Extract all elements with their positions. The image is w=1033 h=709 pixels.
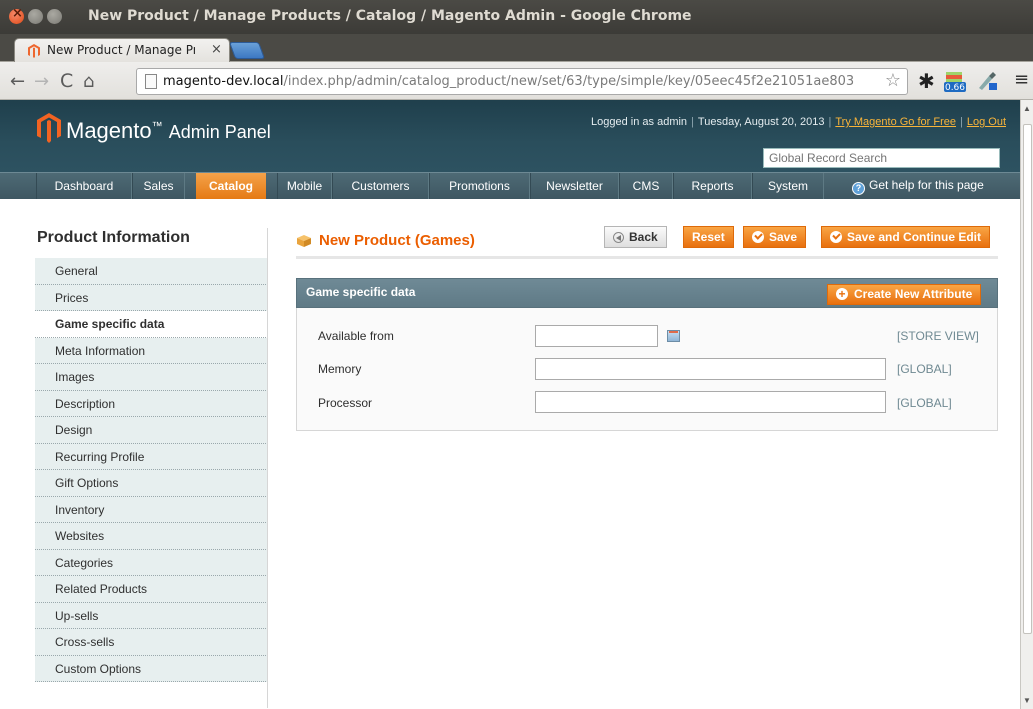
sidebar-item-websites[interactable]: Websites [35, 523, 268, 550]
url-text: magento-dev.local/index.php/admin/catalo… [163, 74, 855, 89]
calendar-icon[interactable] [667, 330, 680, 342]
bookmark-star-icon[interactable]: ☆ [885, 70, 901, 91]
sidebar-item-description[interactable]: Description [35, 390, 268, 417]
processor-input[interactable] [535, 391, 886, 413]
admin-header: Magento™ Admin Panel Logged in as admin |… [0, 100, 1020, 172]
sidebar-item-categories[interactable]: Categories [35, 549, 268, 576]
sidebar-title: Product Information [37, 229, 190, 246]
product-box-icon [297, 235, 311, 247]
sidebar-item-recurring-profile[interactable]: Recurring Profile [35, 443, 268, 470]
browser-toolbar: ← → C ⌂ magento-dev.local/index.php/admi… [0, 62, 1033, 100]
nav-dashboard[interactable]: Dashboard [36, 173, 132, 199]
nav-sales[interactable]: Sales [132, 173, 185, 199]
extension-eyedropper-icon[interactable] [976, 69, 998, 91]
memory-scope: [GLOBAL] [897, 362, 952, 376]
sidebar-item-images[interactable]: Images [35, 364, 268, 391]
available-from-input[interactable] [535, 325, 658, 347]
window-titlebar: New Product / Manage Products / Catalog … [0, 0, 1033, 34]
tab-close-icon[interactable]: × [211, 42, 222, 57]
save-check-icon [752, 231, 764, 243]
header-user-info: Logged in as admin | Tuesday, August 20, 2… [591, 116, 1006, 128]
chrome-menu-icon[interactable]: ≡ [1014, 69, 1029, 90]
nav-cms[interactable]: CMS [619, 173, 673, 199]
main-navigation: Dashboard Sales Catalog Mobile Customers… [0, 172, 1020, 199]
product-info-tabs: General Prices Game specific data Meta I… [35, 258, 268, 682]
title-divider [296, 256, 998, 259]
nav-mobile[interactable]: Mobile [277, 173, 332, 199]
page-title: New Product (Games) [319, 232, 475, 249]
available-from-scope: [STORE VIEW] [897, 329, 979, 343]
nav-system[interactable]: System [752, 173, 824, 199]
logo-text: Magento™ Admin Panel [66, 118, 271, 143]
date-text: Tuesday, August 20, 2013 [697, 116, 825, 128]
sidebar-item-related-products[interactable]: Related Products [35, 576, 268, 603]
help-label: Get help for this page [869, 178, 984, 192]
save-continue-check-icon [830, 231, 842, 243]
back-arrow-icon [613, 232, 624, 243]
back-button[interactable]: Back [604, 226, 667, 248]
scrollbar-thumb[interactable] [1023, 124, 1032, 634]
forward-arrow-icon[interactable]: → [34, 71, 49, 92]
help-link[interactable]: ? Get help for this page [852, 178, 984, 195]
section-title: Game specific data [306, 285, 416, 299]
sidebar-item-prices[interactable]: Prices [35, 284, 268, 311]
extension-chart-icon[interactable]: 0.66 [944, 69, 966, 93]
sidebar-item-custom-options[interactable]: Custom Options [35, 655, 268, 682]
tab-label: New Product / Manage Pr [47, 43, 195, 57]
window-close-icon[interactable] [9, 6, 24, 24]
available-from-label: Available from [318, 329, 394, 343]
extension-badge: 0.66 [945, 83, 965, 93]
page-icon [145, 74, 157, 89]
magento-logo-icon [37, 113, 61, 143]
browser-tab[interactable]: New Product / Manage Pr × [14, 38, 230, 62]
sidebar-item-game-specific-data[interactable]: Game specific data [35, 311, 268, 338]
scroll-down-arrow-icon[interactable]: ▼ [1023, 696, 1031, 705]
settings-gear-icon[interactable]: ✱ [918, 69, 935, 93]
sidebar-item-design[interactable]: Design [35, 417, 268, 444]
memory-input[interactable] [535, 358, 886, 380]
logged-in-text: Logged in as admin [591, 116, 688, 128]
new-tab-button[interactable] [228, 42, 266, 59]
save-button[interactable]: Save [743, 226, 807, 248]
plus-icon: + [836, 288, 848, 300]
home-icon[interactable]: ⌂ [83, 71, 94, 92]
window-maximize-icon[interactable] [47, 9, 62, 24]
nav-customers[interactable]: Customers [332, 173, 429, 199]
help-question-icon: ? [852, 182, 865, 195]
sidebar-item-meta-information[interactable]: Meta Information [35, 337, 268, 364]
reload-icon[interactable]: C [60, 70, 73, 92]
nav-promotions[interactable]: Promotions [429, 173, 530, 199]
window-minimize-icon[interactable] [28, 9, 43, 24]
page-scrollbar[interactable]: ▲ ▼ [1020, 100, 1033, 709]
nav-newsletter[interactable]: Newsletter [530, 173, 619, 199]
global-search-input[interactable] [763, 148, 1000, 168]
sidebar-item-general[interactable]: General [35, 258, 268, 285]
browser-tabstrip: New Product / Manage Pr × [0, 34, 1033, 62]
logout-link[interactable]: Log Out [967, 116, 1006, 128]
try-magento-go-link[interactable]: Try Magento Go for Free [835, 116, 956, 128]
window-title: New Product / Manage Products / Catalog … [88, 8, 692, 24]
back-arrow-icon[interactable]: ← [10, 71, 25, 92]
sidebar-item-up-sells[interactable]: Up-sells [35, 602, 268, 629]
game-specific-fieldset: Available from [STORE VIEW] Memory [GLOB… [296, 308, 998, 431]
scroll-up-arrow-icon[interactable]: ▲ [1023, 104, 1031, 113]
processor-label: Processor [318, 396, 373, 410]
save-and-continue-button[interactable]: Save and Continue Edit [821, 226, 991, 248]
magento-favicon-icon [28, 44, 40, 58]
sidebar-divider [267, 228, 268, 708]
section-header: Game specific data + Create New Attribute [296, 278, 998, 308]
sidebar-item-gift-options[interactable]: Gift Options [35, 470, 268, 497]
memory-label: Memory [318, 362, 362, 376]
create-new-attribute-button[interactable]: + Create New Attribute [827, 284, 982, 305]
nav-catalog[interactable]: Catalog [196, 173, 266, 199]
address-bar[interactable]: magento-dev.local/index.php/admin/catalo… [136, 68, 908, 95]
sidebar-item-cross-sells[interactable]: Cross-sells [35, 629, 268, 656]
nav-reports[interactable]: Reports [673, 173, 752, 199]
processor-scope: [GLOBAL] [897, 396, 952, 410]
reset-button[interactable]: Reset [683, 226, 734, 248]
sidebar-item-inventory[interactable]: Inventory [35, 496, 268, 523]
